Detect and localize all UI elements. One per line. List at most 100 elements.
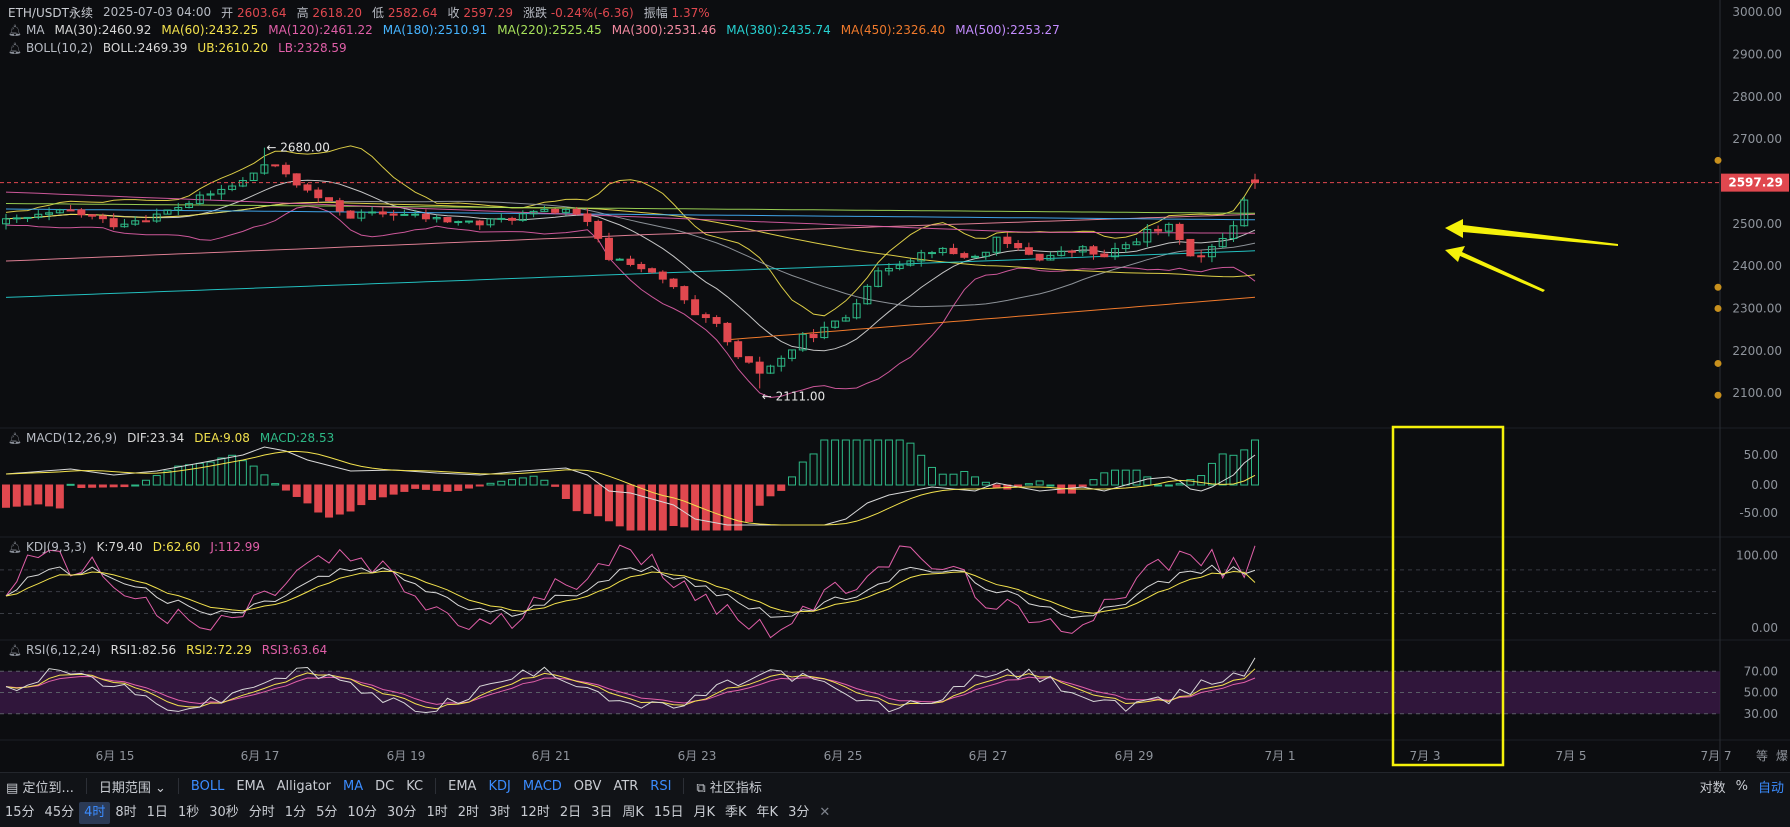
scale-option-0[interactable]: 对数 bbox=[1700, 777, 1726, 796]
axis-corner-label: 等 bbox=[1756, 749, 1768, 763]
axis-corner-label: 爆 bbox=[1776, 749, 1788, 763]
timeframe-11[interactable]: 30分 bbox=[382, 802, 422, 824]
bell-icon[interactable]: 🔔︎ bbox=[8, 644, 22, 657]
locate-button[interactable]: ▤ 定位到... bbox=[0, 777, 80, 796]
ma-legend-name[interactable]: MA bbox=[26, 23, 45, 37]
macd-histogram-bar bbox=[45, 484, 54, 507]
timeframe-22[interactable]: 年K bbox=[752, 802, 784, 824]
price-tick-label: 2100.00 bbox=[1732, 386, 1782, 400]
indicator-toggle-boll[interactable]: BOLL bbox=[185, 779, 230, 794]
indicator-toggle-ema[interactable]: EMA bbox=[442, 779, 482, 794]
indicator-toggle-obv[interactable]: OBV bbox=[568, 779, 608, 794]
macd-histogram-bar bbox=[421, 484, 430, 490]
timeframe-21[interactable]: 季K bbox=[720, 802, 752, 824]
timeframe-17[interactable]: 3日 bbox=[586, 802, 617, 824]
open-value-group: 开 2603.64 bbox=[221, 4, 286, 21]
indicator-toggle-rsi[interactable]: RSI bbox=[644, 779, 677, 794]
indicator-toggle-alligator[interactable]: Alligator bbox=[271, 779, 337, 794]
timeframe-10[interactable]: 10分 bbox=[342, 802, 382, 824]
timeframe-6[interactable]: 30秒 bbox=[204, 802, 244, 824]
kdj-legend-name[interactable]: KDJ(9,3,3) bbox=[26, 540, 87, 554]
macd-histogram-bar bbox=[475, 484, 484, 487]
timeframe-9[interactable]: 5分 bbox=[311, 802, 342, 824]
price-tick-label: 2700.00 bbox=[1732, 132, 1782, 146]
candle-body bbox=[583, 213, 592, 222]
community-indicator-button[interactable]: ⧉ 社区指标 bbox=[690, 777, 767, 796]
indicator-toggle-atr[interactable]: ATR bbox=[607, 779, 644, 794]
indicator-toggle-macd[interactable]: MACD bbox=[517, 779, 568, 794]
candle-body bbox=[98, 215, 107, 220]
macd-histogram-bar bbox=[841, 439, 850, 486]
timeframe-2[interactable]: 4时 bbox=[79, 802, 111, 824]
close-label: 收 bbox=[447, 5, 460, 20]
symbol-label[interactable]: ETH/USDT永续 bbox=[8, 4, 93, 21]
indicator-toggle-kdj[interactable]: KDJ bbox=[482, 779, 516, 794]
indicator-toggle-kc[interactable]: KC bbox=[400, 779, 429, 794]
macd-histogram-bar bbox=[357, 484, 366, 506]
timeframe-16[interactable]: 2日 bbox=[555, 802, 586, 824]
rsi-legend-item: RSI3:63.64 bbox=[261, 643, 328, 657]
macd-histogram-bar bbox=[1154, 484, 1163, 487]
candle-body bbox=[475, 220, 484, 226]
bell-icon[interactable]: 🔔︎ bbox=[8, 541, 22, 554]
bell-icon[interactable]: 🔔︎ bbox=[8, 432, 22, 445]
timeframe-5[interactable]: 1秒 bbox=[173, 802, 204, 824]
timeframe-14[interactable]: 3时 bbox=[484, 802, 515, 824]
timeframe-3[interactable]: 8时 bbox=[110, 802, 141, 824]
candle-body bbox=[508, 217, 517, 221]
timeframe-20[interactable]: 月K bbox=[688, 802, 720, 824]
candle-body bbox=[400, 213, 409, 216]
rsi-legend: 🔔︎ RSI(6,12,24) RSI1:82.56 RSI2:72.29 RSI3… bbox=[8, 640, 327, 660]
macd-histogram-bar bbox=[755, 484, 764, 506]
macd-histogram-bar bbox=[249, 465, 258, 486]
timeframe-1[interactable]: 45分 bbox=[40, 802, 80, 824]
boll-legend-name[interactable]: BOLL(10,2) bbox=[26, 41, 93, 55]
rsi-legend-item: RSI1:82.56 bbox=[110, 643, 177, 657]
macd-histogram-bar bbox=[809, 453, 818, 486]
timeframe-4[interactable]: 1日 bbox=[142, 802, 173, 824]
timeframe-19[interactable]: 15日 bbox=[649, 802, 689, 824]
indicator-toolbar: ▤ 定位到... 日期范围 ⌄ BOLL EMA Alligator MA DC KC E… bbox=[0, 772, 1790, 799]
alert-marker-icon bbox=[1714, 283, 1722, 291]
macd-histogram-bar bbox=[604, 484, 613, 522]
macd-histogram-bar bbox=[540, 479, 549, 486]
timeframe-8[interactable]: 1分 bbox=[280, 802, 311, 824]
timeframe-7[interactable]: 分时 bbox=[244, 802, 280, 824]
timeframe-15[interactable]: 12时 bbox=[515, 802, 555, 824]
macd-histogram-bar bbox=[1100, 472, 1109, 486]
price-tick-label: 2800.00 bbox=[1732, 90, 1782, 104]
scale-option-1[interactable]: % bbox=[1736, 779, 1748, 794]
candle-body bbox=[325, 197, 334, 202]
timeframe-0[interactable]: 15分 bbox=[0, 802, 40, 824]
timeframe-23[interactable]: 3分 bbox=[783, 802, 814, 824]
macd-histogram-bar bbox=[389, 484, 398, 495]
timeframe-18[interactable]: 周K bbox=[617, 802, 649, 824]
chart-area[interactable]: 3000.002900.002800.002700.002600.002500.… bbox=[0, 0, 1790, 827]
indicator-toggle-ema[interactable]: EMA bbox=[230, 779, 270, 794]
timeframe-13[interactable]: 2时 bbox=[453, 802, 484, 824]
candle-body bbox=[378, 211, 387, 215]
ma-legend-item: MA(380):2435.74 bbox=[726, 23, 831, 37]
candle-body bbox=[712, 317, 721, 324]
boll-legend-item: BOLL:2469.39 bbox=[102, 41, 188, 55]
scale-option-2[interactable]: 自动 bbox=[1758, 777, 1784, 796]
candle-body bbox=[497, 217, 506, 220]
candle-body bbox=[809, 333, 818, 339]
date-range-label: 日期范围 bbox=[98, 780, 151, 796]
candle-body bbox=[454, 221, 463, 224]
indicator-toggle-ma[interactable]: MA bbox=[337, 779, 369, 794]
indicator-toggle-dc[interactable]: DC bbox=[369, 779, 400, 794]
date-range-button[interactable]: 日期范围 ⌄ bbox=[93, 777, 172, 796]
macd-histogram-bar bbox=[378, 484, 387, 498]
candle-body bbox=[421, 213, 430, 220]
rsi-legend-name[interactable]: RSI(6,12,24) bbox=[26, 643, 101, 657]
macd-legend-name[interactable]: MACD(12,26,9) bbox=[26, 431, 117, 445]
candle-body bbox=[411, 213, 420, 216]
bell-icon[interactable]: 🔔︎ bbox=[8, 24, 22, 37]
timeframe-12[interactable]: 1时 bbox=[421, 802, 452, 824]
bell-icon[interactable]: 🔔︎ bbox=[8, 42, 22, 55]
candle-body bbox=[464, 220, 473, 223]
macd-histogram-bar bbox=[1251, 439, 1259, 486]
close-icon[interactable]: ✕ bbox=[814, 802, 835, 824]
candle-body bbox=[734, 341, 743, 358]
